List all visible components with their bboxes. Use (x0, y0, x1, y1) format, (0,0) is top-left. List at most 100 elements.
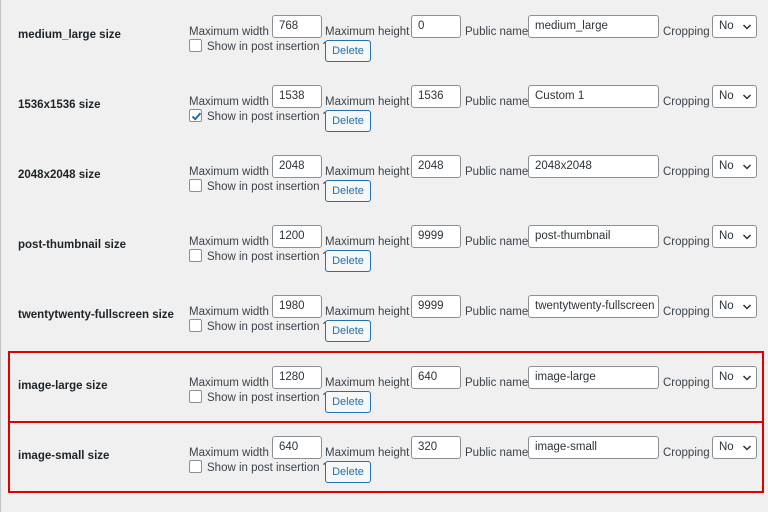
delete-button[interactable]: Delete (325, 250, 371, 272)
cropping-select[interactable]: No (712, 436, 757, 459)
public-name-label: Public name (465, 96, 529, 108)
max-height-input[interactable]: 2048 (411, 155, 461, 178)
public-name-input[interactable]: Custom 1 (528, 85, 659, 108)
page-left-border (0, 0, 1, 512)
delete-button[interactable]: Delete (325, 180, 371, 202)
max-width-input[interactable]: 2048 (272, 155, 322, 178)
image-size-row: 1536x1536 size Maximum width 1538 Maximu… (8, 70, 764, 140)
show-in-post-checkbox[interactable] (189, 179, 202, 192)
max-height-label: Maximum height (325, 236, 410, 248)
size-name: image-small size (18, 450, 110, 462)
max-height-label: Maximum height (325, 377, 410, 389)
cropping-label: Cropping (663, 96, 710, 108)
max-width-label: Maximum width (189, 96, 269, 108)
delete-button[interactable]: Delete (325, 110, 371, 132)
chevron-down-icon (742, 445, 752, 451)
cropping-value: No (719, 20, 734, 32)
chevron-down-icon (742, 304, 752, 310)
show-in-post-checkbox[interactable] (189, 249, 202, 262)
public-name-label: Public name (465, 447, 529, 459)
public-name-input[interactable]: image-large (528, 366, 659, 389)
max-height-input[interactable]: 0 (411, 15, 461, 38)
max-width-label: Maximum width (189, 166, 269, 178)
max-height-input[interactable]: 640 (411, 366, 461, 389)
delete-button[interactable]: Delete (325, 391, 371, 413)
show-in-post-label: Show in post insertion ? (207, 462, 330, 474)
cropping-value: No (719, 230, 734, 242)
chevron-down-icon (742, 24, 752, 30)
show-in-post-checkbox[interactable] (189, 460, 202, 473)
cropping-label: Cropping (663, 236, 710, 248)
max-width-input[interactable]: 1538 (272, 85, 322, 108)
size-name: 2048x2048 size (18, 169, 101, 181)
show-in-post-checkbox[interactable] (189, 319, 202, 332)
max-width-label: Maximum width (189, 306, 269, 318)
image-size-row: post-thumbnail size Maximum width 1200 M… (8, 210, 764, 280)
show-in-post-label: Show in post insertion ? (207, 321, 330, 333)
show-in-post-label: Show in post insertion ? (207, 111, 330, 123)
max-height-label: Maximum height (325, 306, 410, 318)
show-in-post-checkbox[interactable] (189, 39, 202, 52)
cropping-value: No (719, 90, 734, 102)
max-width-input[interactable]: 640 (272, 436, 322, 459)
max-width-label: Maximum width (189, 377, 269, 389)
public-name-label: Public name (465, 26, 529, 38)
cropping-value: No (719, 371, 734, 383)
max-width-input[interactable]: 768 (272, 15, 322, 38)
cropping-value: No (719, 441, 734, 453)
cropping-select[interactable]: No (712, 155, 757, 178)
show-in-post-checkbox[interactable] (189, 109, 202, 122)
cropping-select[interactable]: No (712, 366, 757, 389)
size-name: twentytwenty-fullscreen size (18, 309, 174, 321)
show-in-post-label: Show in post insertion ? (207, 41, 330, 53)
cropping-label: Cropping (663, 447, 710, 459)
cropping-label: Cropping (663, 306, 710, 318)
cropping-label: Cropping (663, 377, 710, 389)
cropping-select[interactable]: No (712, 85, 757, 108)
cropping-label: Cropping (663, 166, 710, 178)
public-name-input[interactable]: 2048x2048 (528, 155, 659, 178)
max-width-label: Maximum width (189, 447, 269, 459)
image-size-row: image-large size Maximum width 1280 Maxi… (8, 351, 764, 423)
checkmark-icon (191, 112, 202, 121)
chevron-down-icon (742, 375, 752, 381)
public-name-label: Public name (465, 377, 529, 389)
public-name-label: Public name (465, 236, 529, 248)
image-size-row: image-small size Maximum width 640 Maxim… (8, 421, 764, 493)
size-name: image-large size (18, 380, 108, 392)
image-size-row: 2048x2048 size Maximum width 2048 Maximu… (8, 140, 764, 210)
max-width-input[interactable]: 1280 (272, 366, 322, 389)
public-name-input[interactable]: post-thumbnail (528, 225, 659, 248)
cropping-label: Cropping (663, 26, 710, 38)
max-width-label: Maximum width (189, 26, 269, 38)
chevron-down-icon (742, 94, 752, 100)
delete-button[interactable]: Delete (325, 320, 371, 342)
public-name-input[interactable]: twentytwenty-fullscreen (528, 295, 659, 318)
delete-button[interactable]: Delete (325, 40, 371, 62)
chevron-down-icon (742, 234, 752, 240)
max-height-input[interactable]: 320 (411, 436, 461, 459)
max-width-label: Maximum width (189, 236, 269, 248)
max-width-input[interactable]: 1200 (272, 225, 322, 248)
size-name: medium_large size (18, 29, 121, 41)
public-name-input[interactable]: medium_large (528, 15, 659, 38)
image-size-row: medium_large size Maximum width 768 Maxi… (8, 0, 764, 70)
size-name: post-thumbnail size (18, 239, 126, 251)
max-height-label: Maximum height (325, 166, 410, 178)
delete-button[interactable]: Delete (325, 461, 371, 483)
max-height-input[interactable]: 1536 (411, 85, 461, 108)
max-width-input[interactable]: 1980 (272, 295, 322, 318)
cropping-select[interactable]: No (712, 225, 757, 248)
show-in-post-label: Show in post insertion ? (207, 181, 330, 193)
show-in-post-label: Show in post insertion ? (207, 251, 330, 263)
public-name-input[interactable]: image-small (528, 436, 659, 459)
size-name: 1536x1536 size (18, 99, 101, 111)
cropping-select[interactable]: No (712, 295, 757, 318)
max-height-input[interactable]: 9999 (411, 225, 461, 248)
public-name-label: Public name (465, 166, 529, 178)
max-height-label: Maximum height (325, 96, 410, 108)
image-size-row: twentytwenty-fullscreen size Maximum wid… (8, 280, 764, 350)
show-in-post-checkbox[interactable] (189, 390, 202, 403)
max-height-input[interactable]: 9999 (411, 295, 461, 318)
cropping-select[interactable]: No (712, 15, 757, 38)
